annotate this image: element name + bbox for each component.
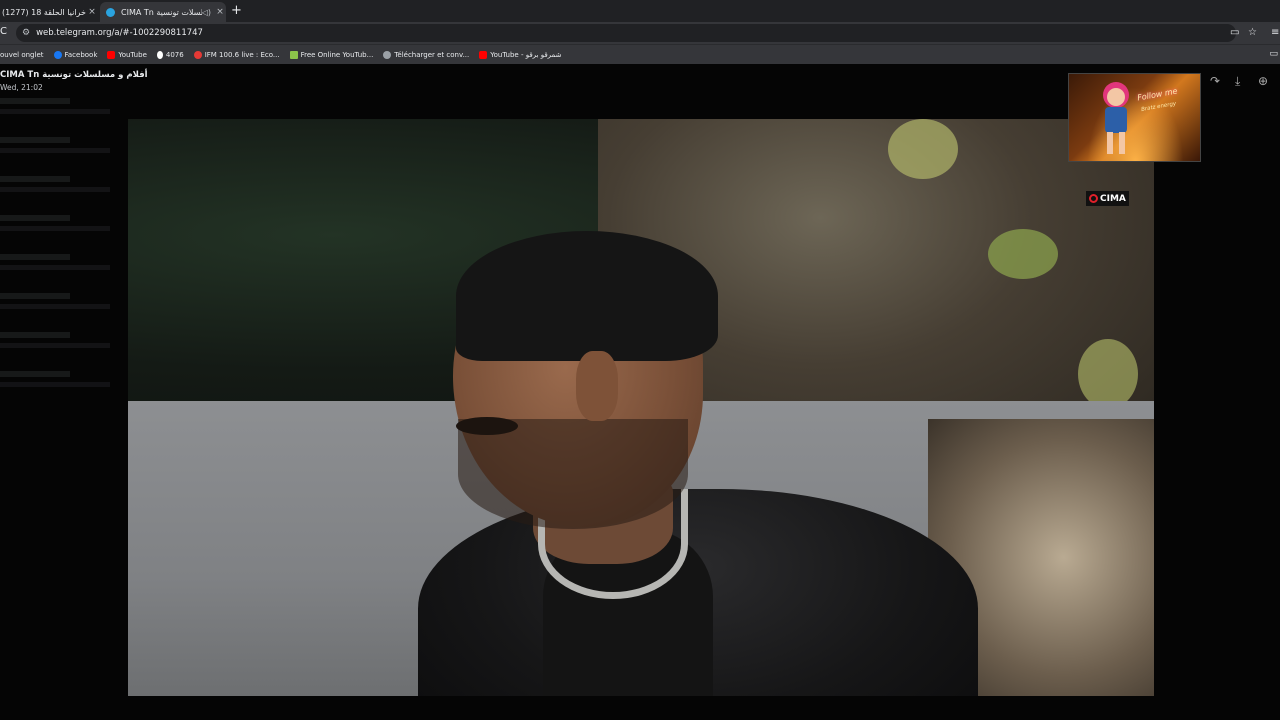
youtube-icon [479, 50, 488, 59]
cast-icon[interactable]: ▭ [1230, 27, 1239, 38]
forward-icon[interactable]: ↷ [1210, 74, 1220, 88]
bookmark-facebook[interactable]: Facebook [53, 50, 98, 59]
close-icon[interactable]: × [214, 7, 226, 17]
download-icon[interactable]: ⤓ [1235, 74, 1240, 89]
bookmark-tiktok[interactable]: 4076 [156, 50, 184, 59]
bookmark-youtube-channel[interactable]: YouTube - شمرقو برقو [479, 50, 562, 59]
tab-strip: (1277) هادي اخرانيا الحلقة 18 - × CIMA T… [0, 0, 1280, 22]
doll-body [1105, 107, 1127, 133]
doll-leg [1107, 132, 1113, 154]
bookmark-youtube[interactable]: YouTube [107, 50, 147, 59]
list-item [0, 250, 128, 289]
bookmark-telecharger[interactable]: Télécharger et conv... [383, 50, 470, 59]
download-icon [289, 50, 298, 59]
tab-youtube[interactable]: (1277) هادي اخرانيا الحلقة 18 - × [0, 2, 98, 22]
video-frame[interactable] [128, 119, 1154, 696]
bookmark-label: ouvel onglet [0, 50, 44, 59]
follow-me-sticker[interactable]: Follow me Bratz energy [1068, 73, 1201, 162]
doll-face [1107, 88, 1125, 106]
beard [458, 419, 688, 529]
speaker-icon[interactable]: ◁) [202, 8, 211, 17]
globe-icon [383, 50, 392, 59]
bookmark-free-online-youtube[interactable]: Free Online YouTub... [289, 50, 374, 59]
bookmark-label: YouTube - شمرقو برقو [490, 50, 562, 59]
bookmark-label: IFM 100.6 live : Eco... [204, 50, 280, 59]
bookmark-label: Facebook [64, 50, 98, 59]
zoom-icon[interactable]: ⊕ [1258, 74, 1268, 88]
list-item [0, 133, 128, 172]
tab-title: (1277) هادي اخرانيا الحلقة 18 - [2, 7, 86, 17]
bookmark-label: 4076 [165, 50, 184, 59]
ear [576, 351, 618, 421]
list-item [0, 367, 128, 406]
facebook-icon [53, 50, 62, 59]
star-icon[interactable]: ☆ [1248, 27, 1257, 38]
radio-icon [193, 50, 202, 59]
address-bar[interactable]: ⚙ web.telegram.org/a/#-1002290811747 [16, 24, 1236, 42]
channel-watermark: CIMA [1086, 191, 1129, 206]
channel-name: CIMA Tn أفلام و مسلسلات تونسية [0, 70, 148, 80]
chat-list-background [0, 94, 128, 406]
list-item [0, 328, 128, 367]
cima-logo-icon [1089, 194, 1098, 203]
bookmark-label: YouTube [118, 50, 147, 59]
doll-leg [1119, 132, 1125, 154]
leaf-highlight [988, 229, 1058, 279]
browser-toolbar: C ⚙ web.telegram.org/a/#-1002290811747 ▭… [0, 22, 1280, 44]
list-item [0, 211, 128, 250]
site-info-icon[interactable]: ⚙ [22, 28, 30, 38]
tab-title: CIMA Tn أفلام و مسلسلات تونسية [121, 7, 202, 17]
bookmark-label: Free Online YouTub... [300, 50, 374, 59]
close-icon[interactable]: × [86, 7, 98, 17]
telegram-icon [106, 7, 115, 17]
list-item [0, 94, 128, 133]
reload-icon[interactable]: C [0, 26, 7, 37]
bookmark-ifm[interactable]: IFM 100.6 live : Eco... [193, 50, 280, 59]
message-date: Wed, 21:02 [0, 83, 43, 92]
youtube-icon [107, 50, 116, 59]
list-item [0, 289, 128, 328]
leaf-highlight [1078, 339, 1138, 409]
mustache [456, 417, 518, 435]
bookmarks-bar: ouvel onglet Facebook YouTube 4076 IFM 1… [0, 44, 1280, 64]
tiktok-icon [156, 50, 163, 59]
bookmark-new-tab[interactable]: ouvel onglet [0, 51, 44, 59]
url-text: web.telegram.org/a/#-1002290811747 [36, 28, 203, 38]
hair [456, 231, 718, 361]
tab-telegram[interactable]: CIMA Tn أفلام و مسلسلات تونسية ◁) × [100, 2, 226, 22]
new-tab-button[interactable]: + [231, 3, 242, 18]
bookmark-label: Télécharger et conv... [394, 50, 470, 59]
leaf-highlight [888, 119, 958, 179]
list-item [0, 172, 128, 211]
menu-icon[interactable]: ≡ [1271, 27, 1279, 38]
folder-icon[interactable]: ▭ [1269, 49, 1278, 59]
watermark-text: CIMA [1100, 193, 1126, 204]
media-viewer: CIMA Tn أفلام و مسلسلات تونسية Wed, 21:0… [0, 64, 1280, 720]
